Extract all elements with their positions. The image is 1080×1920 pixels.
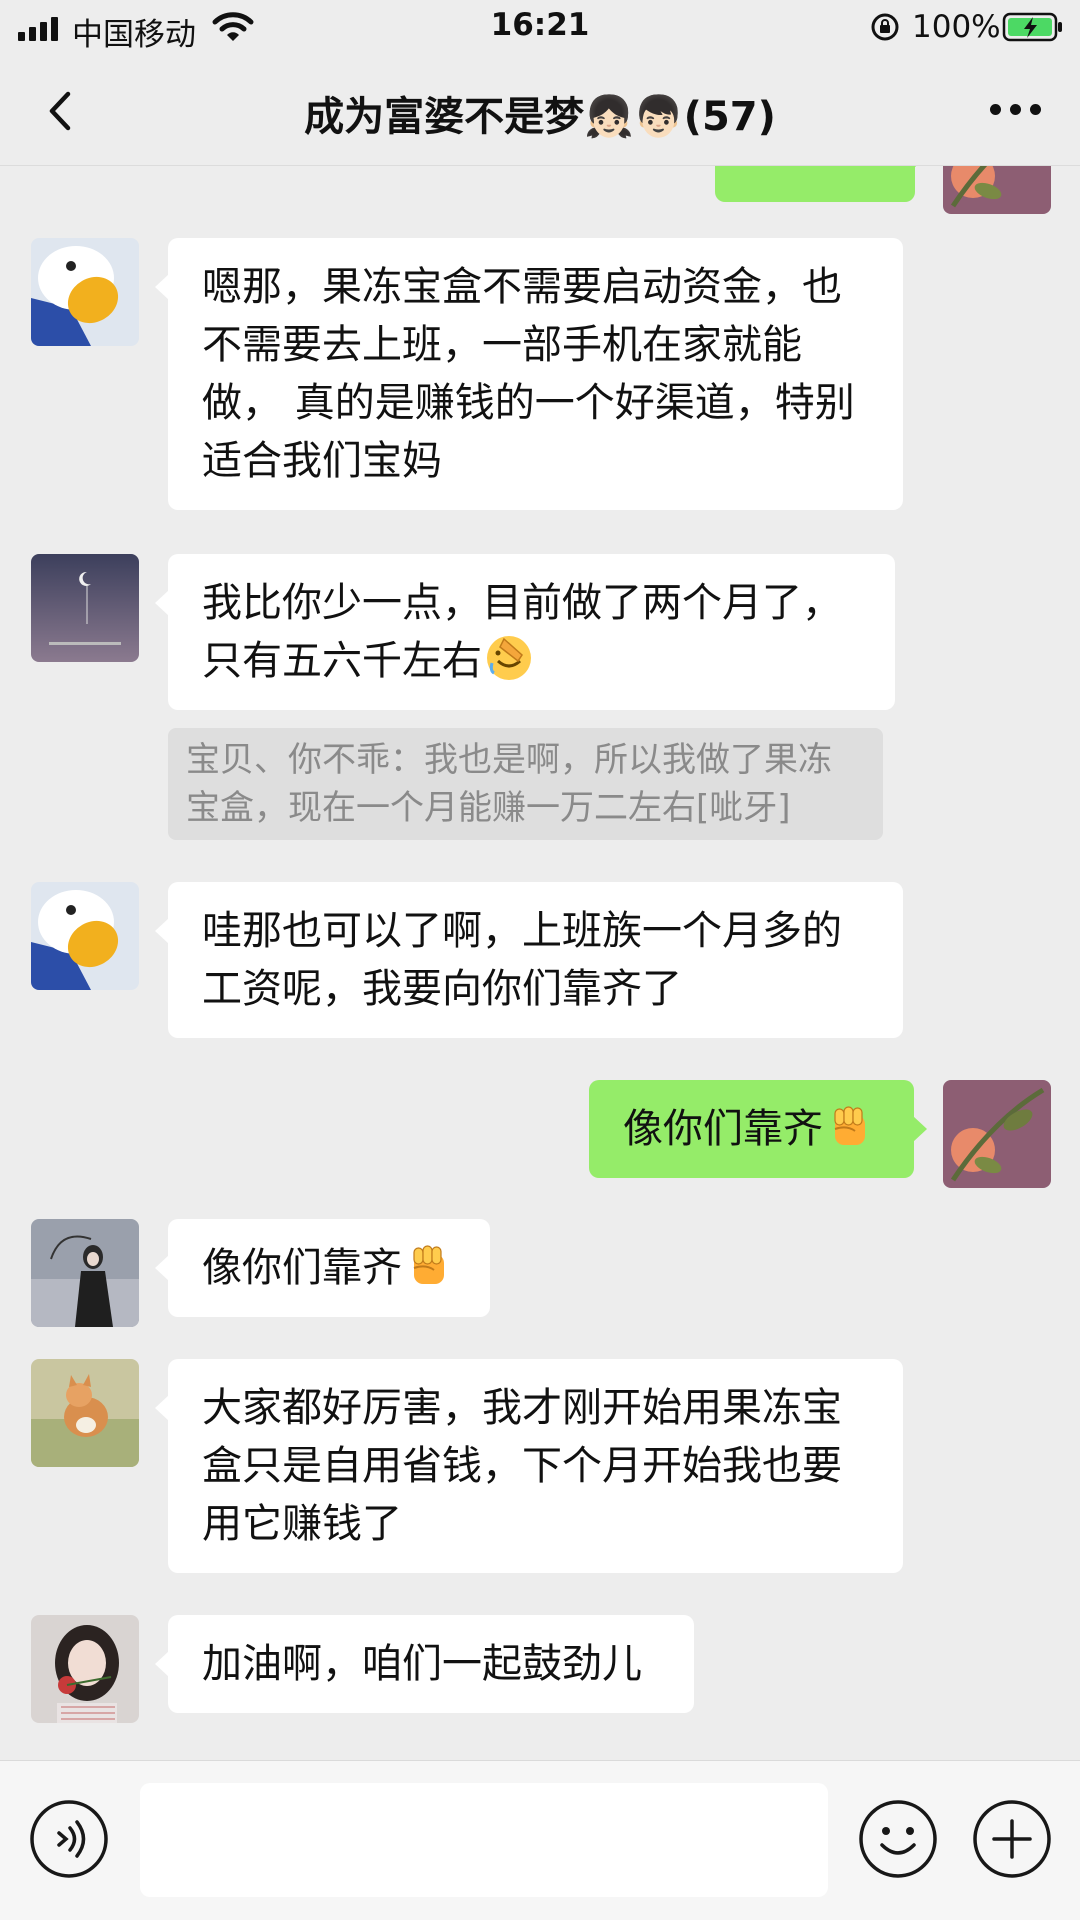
battery-percent: 100% [912,9,1001,45]
avatar-self[interactable] [943,166,1051,214]
avatar-duck[interactable] [31,238,139,346]
rotation-lock-icon [871,13,899,41]
message-text: 加油啊，咱们一起鼓劲儿 [202,1641,642,1687]
quoted-text: 宝贝、你不乖：我也是啊，所以我做了果冻宝盒，现在一个月能赚一万二左右[呲牙] [186,740,832,828]
raised-fist-emoji [413,1245,444,1284]
plus-icon[interactable] [972,1799,1052,1879]
message-bubble[interactable]: 像你们靠齐 [155,1219,490,1317]
message-bubble[interactable]: 大家都好厉害，我才刚开始用果冻宝盒只是自用省钱，下个月开始我也要用它赚钱了 [155,1359,903,1573]
chevron-left-icon[interactable] [36,86,86,136]
message-bubble[interactable]: 像你们靠齐 [589,1080,927,1178]
message-bubble[interactable]: 我比你少一点，目前做了两个月了，只有五六千左右 [155,554,895,710]
avatar-corgi[interactable] [31,1359,139,1467]
chat-title: 成为富婆不是梦👧🏻👦🏻(57) [304,94,776,140]
voice-icon[interactable] [29,1799,109,1879]
battery-charging-icon [1002,12,1062,42]
message-text: 像你们靠齐 [202,1245,402,1291]
avatar-self[interactable] [943,1080,1051,1188]
message-text: 像你们靠齐 [623,1106,823,1152]
avatar-duck[interactable] [31,882,139,990]
chat-screen: 中国移动 16:21 100% 成为富婆不是梦👧🏻👦🏻(57) 嗯那，果冻宝盒不… [0,0,1080,1920]
message-bubble[interactable]: 嗯那，果冻宝盒不需要启动资金，也不需要去上班，一部手机在家就能做， 真的是赚钱的… [155,238,903,510]
avatar-girl-umbrella[interactable] [31,1219,139,1327]
avatar-moon[interactable] [31,554,139,662]
more-icon[interactable] [990,104,1041,115]
facepalm-emoji [487,636,531,680]
message-text: 哇那也可以了啊，上班族一个月多的工资呢，我要向你们靠齐了 [202,908,842,1012]
message-input[interactable] [140,1783,828,1897]
status-bar: 中国移动 16:21 100% [0,0,1080,56]
message-text: 大家都好厉害，我才刚开始用果冻宝盒只是自用省钱，下个月开始我也要用它赚钱了 [202,1385,842,1547]
message-bubble-partial[interactable] [715,166,928,202]
message-bubble[interactable]: 加油啊，咱们一起鼓劲儿 [155,1615,694,1713]
raised-fist-emoji [834,1106,865,1145]
message-text: 嗯那，果冻宝盒不需要启动资金，也不需要去上班，一部手机在家就能做， 真的是赚钱的… [202,264,855,484]
emoji-smile-icon[interactable] [858,1799,938,1879]
message-bubble[interactable]: 哇那也可以了啊，上班族一个月多的工资呢，我要向你们靠齐了 [155,882,903,1038]
message-list: 嗯那，果冻宝盒不需要启动资金，也不需要去上班，一部手机在家就能做， 真的是赚钱的… [0,166,1080,1760]
quoted-message[interactable]: 宝贝、你不乖：我也是啊，所以我做了果冻宝盒，现在一个月能赚一万二左右[呲牙] [168,728,883,840]
chat-header: 成为富婆不是梦👧🏻👦🏻(57) [0,56,1080,166]
avatar-girl-flower[interactable] [31,1615,139,1723]
input-bar [0,1760,1080,1920]
